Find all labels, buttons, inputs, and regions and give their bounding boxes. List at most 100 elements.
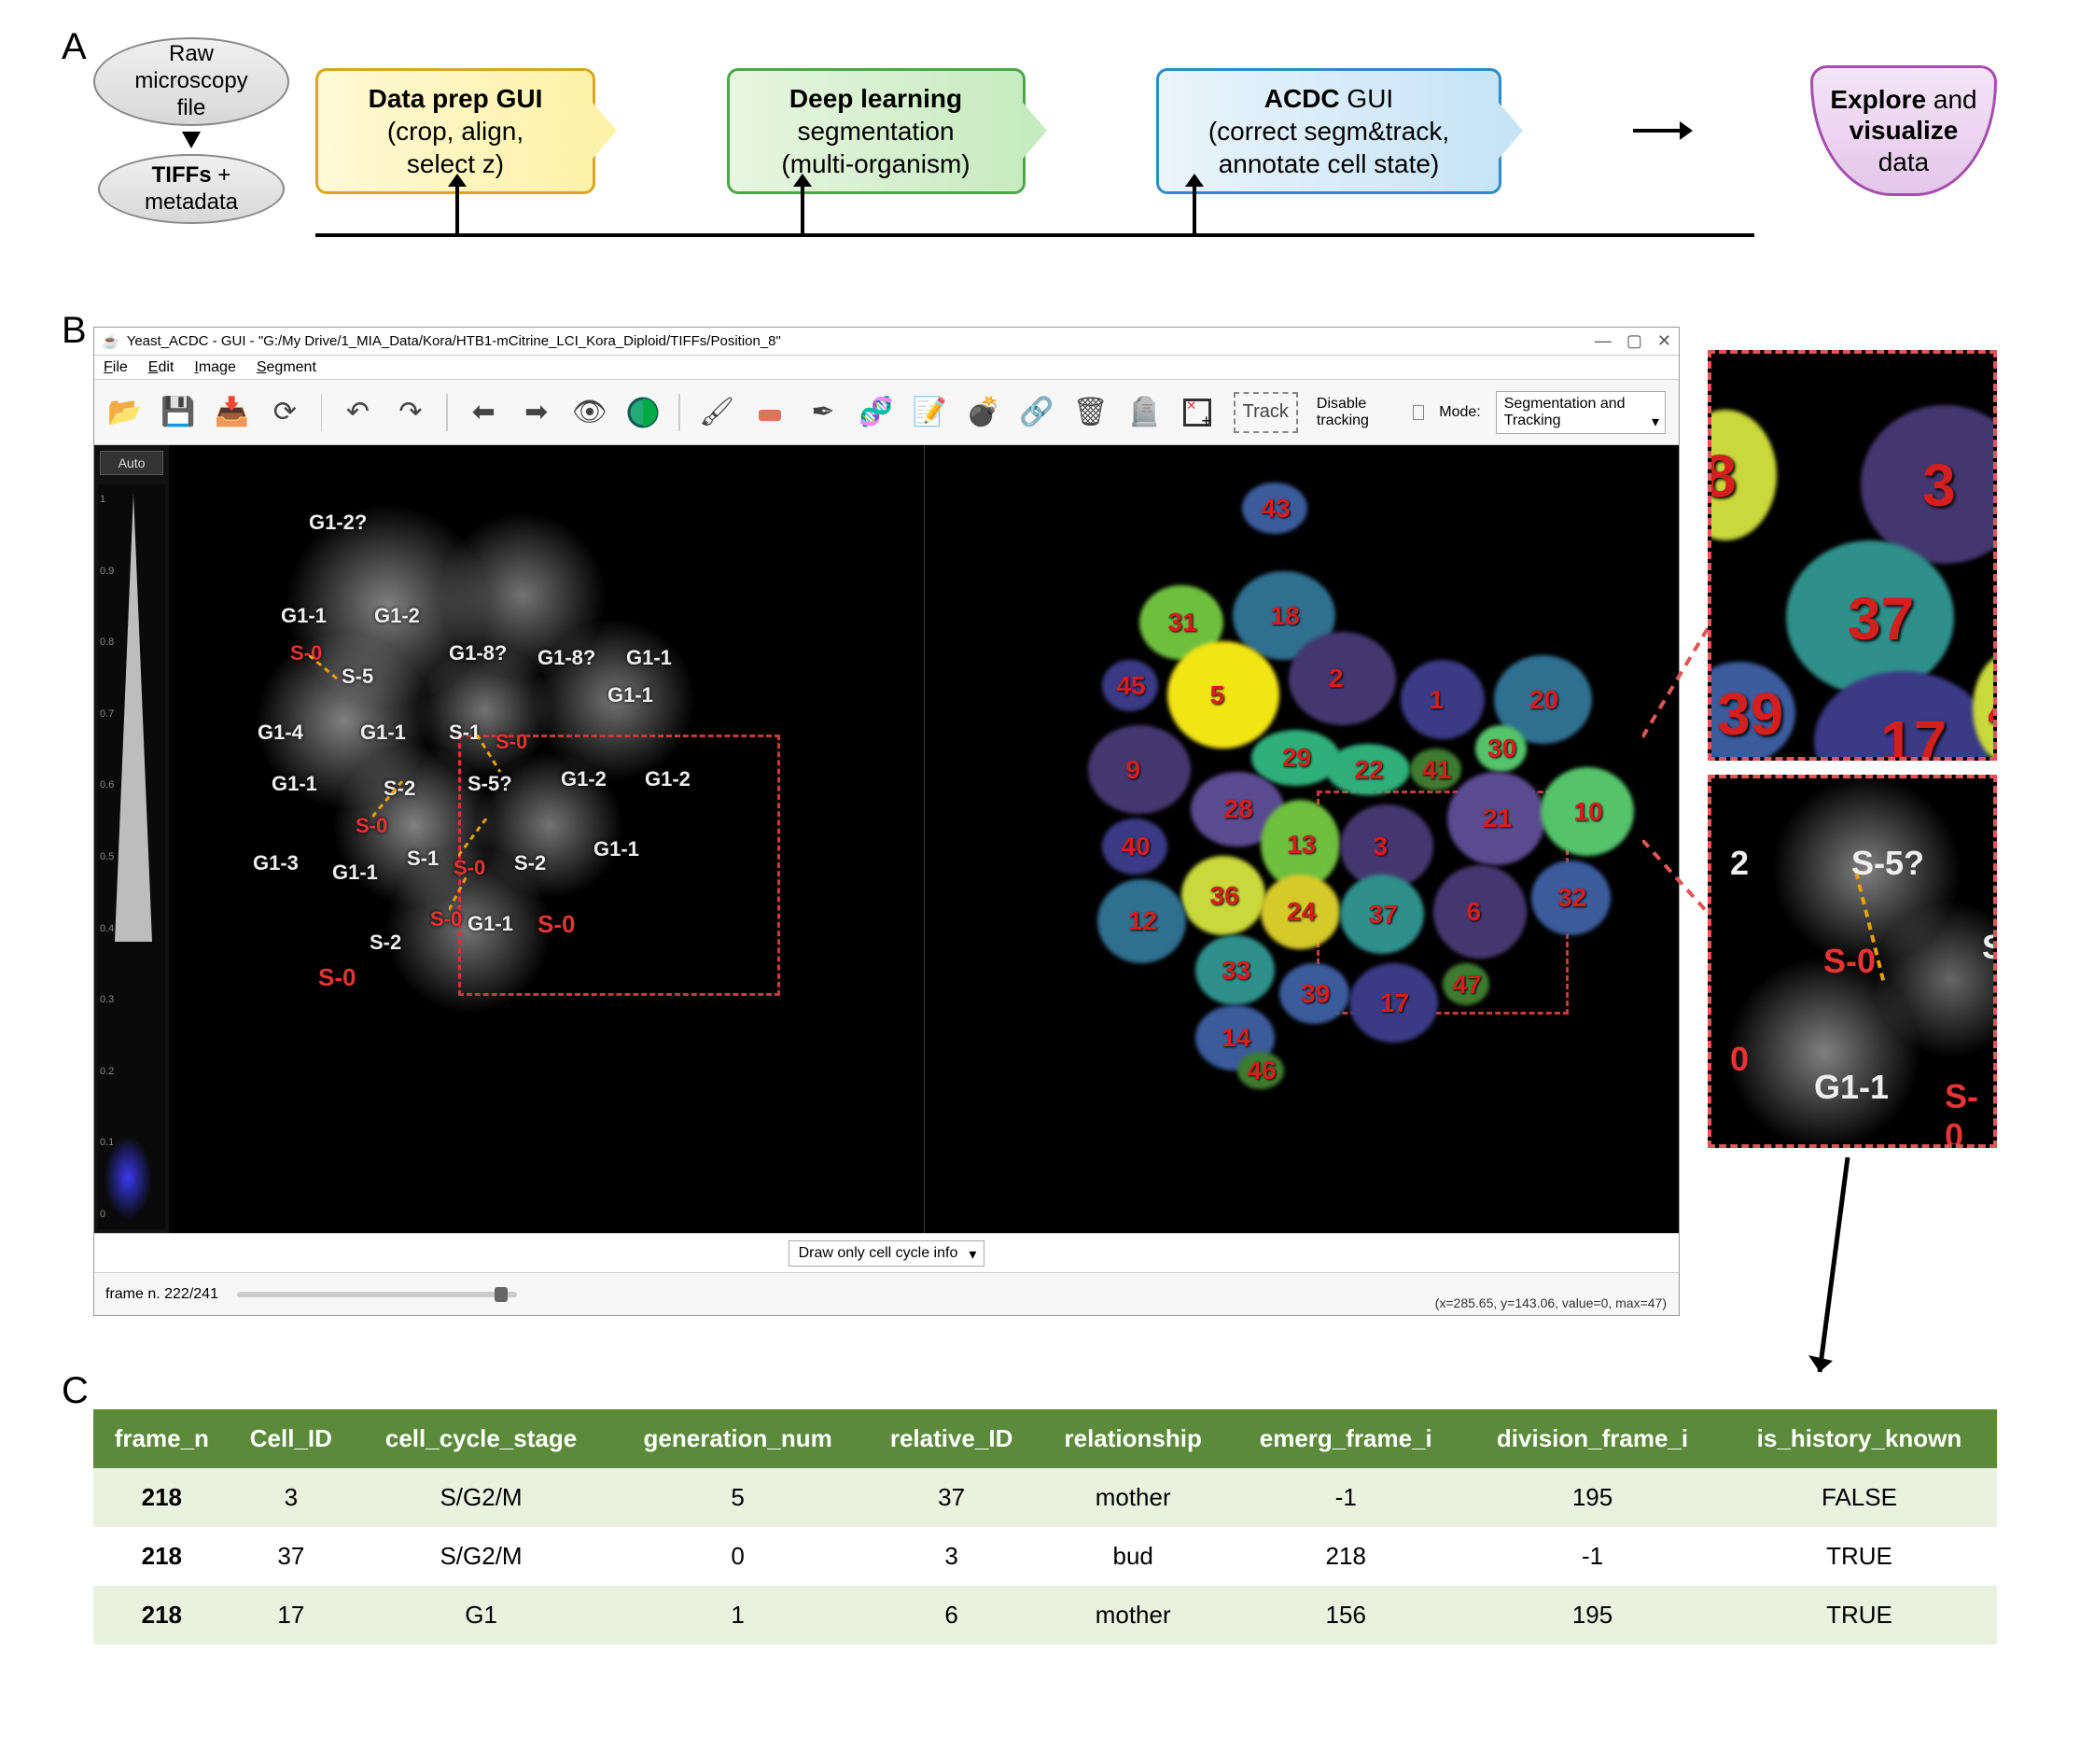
exclude-icon[interactable]: ✕+ xyxy=(1180,392,1215,433)
track-button[interactable]: Track xyxy=(1234,392,1298,433)
cell-cycle-label: G1-1 xyxy=(626,646,672,670)
cell-cycle-label: G1-1 xyxy=(593,837,639,861)
table-cell: FALSE xyxy=(1722,1468,1997,1527)
table-cell: 218 xyxy=(93,1586,230,1645)
table-header: Cell_ID xyxy=(230,1409,352,1468)
cell-cycle-label: S-2 xyxy=(370,931,401,955)
arrow-up-icon xyxy=(801,187,804,233)
refresh-icon[interactable]: ⟳ xyxy=(268,392,302,433)
menu-image[interactable]: Image xyxy=(194,359,235,376)
table-cell: 0 xyxy=(610,1527,865,1586)
cell-cycle-label: S-1 xyxy=(407,847,439,871)
maximize-icon[interactable]: ▢ xyxy=(1626,331,1642,351)
disable-tracking-checkbox[interactable] xyxy=(1413,405,1425,420)
arrow-down-icon xyxy=(1801,1157,1876,1400)
segmentation-pane[interactable]: 4331184552120309292241281332110403624376… xyxy=(924,445,1680,1233)
link-icon[interactable]: 🔗 xyxy=(1019,392,1054,433)
feedback-line xyxy=(315,233,1754,237)
cell-id-label: 13 xyxy=(1287,830,1316,860)
cell-cycle-label: G1-8? xyxy=(537,646,595,670)
cell-id-label: 28 xyxy=(1224,794,1253,824)
table-cell: G1 xyxy=(352,1586,610,1645)
menu-segment[interactable]: Segment xyxy=(257,359,316,376)
bomb-icon[interactable]: 💣 xyxy=(966,392,1000,433)
menu-bar: File Edit Image Segment xyxy=(94,356,1679,380)
cell-cycle-label: G1-1 xyxy=(281,604,327,628)
cell-id-label: 37 xyxy=(1369,900,1398,930)
mode-label: Mode: xyxy=(1439,404,1480,421)
raw-image-pane[interactable]: G1-2?G1-1G1-2S-0S-5G1-8?G1-8?G1-1G1-1G1-… xyxy=(169,445,924,1233)
table-cell: 218 xyxy=(1228,1527,1463,1586)
trash-icon[interactable]: 🗑 xyxy=(1073,392,1109,433)
overlay-dropdown[interactable]: Draw only cell cycle info xyxy=(789,1240,985,1267)
redo-icon[interactable]: ↷ xyxy=(394,392,428,433)
window-titlebar: ☕ Yeast_ACDC - GUI - "G:/My Drive/1_MIA_… xyxy=(94,328,1679,356)
cell-id-label: 18 xyxy=(1271,601,1300,631)
table-header: emerg_frame_i xyxy=(1228,1409,1463,1468)
cell-cycle-label: G1-2 xyxy=(645,767,691,791)
reload-icon[interactable]: 📥 xyxy=(215,392,249,433)
cell-id-label: 5 xyxy=(1210,680,1225,710)
svg-text:+: + xyxy=(1202,412,1212,429)
mode-dropdown[interactable]: Segmentation and Tracking xyxy=(1496,391,1666,434)
arrow-down-icon xyxy=(182,132,201,148)
table-cell: 195 xyxy=(1463,1468,1722,1527)
table-cell: 3 xyxy=(230,1468,352,1527)
eraser-icon[interactable] xyxy=(753,392,788,433)
table-cell: 6 xyxy=(865,1586,1038,1645)
minimize-icon[interactable]: — xyxy=(1595,331,1612,351)
brush-icon[interactable]: 🖌 xyxy=(699,392,734,433)
close-icon[interactable]: ✕ xyxy=(1657,331,1671,351)
frame-slider[interactable] xyxy=(237,1292,517,1297)
main-view: Auto 10.90.80.70.60.50.40.30.20.10 , New… xyxy=(94,445,1679,1233)
table-cell: mother xyxy=(1038,1586,1229,1645)
cell-id-label: 1 xyxy=(1430,685,1445,715)
edit-note-icon[interactable]: 📝 xyxy=(913,392,947,433)
table-header: frame_n xyxy=(93,1409,230,1468)
cell-id-label: 47 xyxy=(1453,970,1482,1000)
next-arrow-icon[interactable]: ➡ xyxy=(519,392,553,433)
auto-levels-button[interactable]: Auto xyxy=(100,451,163,475)
undo-icon[interactable]: ↶ xyxy=(341,392,375,433)
dna-icon[interactable]: 🧬 xyxy=(859,392,893,433)
cell-cycle-label: G1-2? xyxy=(309,511,367,535)
table-cell: S/G2/M xyxy=(352,1527,610,1586)
cell-cycle-label: G1-2 xyxy=(374,604,420,628)
acdc-gui-window: ☕ Yeast_ACDC - GUI - "G:/My Drive/1_MIA_… xyxy=(93,327,1680,1316)
cell-cycle-label: S-2 xyxy=(514,851,546,875)
menu-file[interactable]: File xyxy=(104,359,128,376)
cell-id-label: 21 xyxy=(1483,804,1512,833)
table-cell: TRUE xyxy=(1722,1527,1997,1586)
cell-cycle-label: G1-8? xyxy=(449,641,507,665)
save-icon[interactable]: 💾 xyxy=(161,392,195,433)
histogram-plot[interactable]: 10.90.80.70.60.50.40.30.20.10 xyxy=(98,484,165,1229)
eye-icon[interactable]: 👁 xyxy=(572,392,607,433)
explore-box: Explore andvisualizedata xyxy=(1810,65,1997,196)
menu-edit[interactable]: Edit xyxy=(148,359,174,376)
open-folder-icon[interactable]: 📂 xyxy=(107,392,142,433)
rip-icon[interactable]: 🪦 xyxy=(1127,392,1162,433)
cell-cycle-label: G1-3 xyxy=(253,851,299,875)
cell-cycle-label: S-0 xyxy=(318,963,356,992)
prev-arrow-icon[interactable]: ⬅ xyxy=(467,392,501,433)
cell-id-label: 20 xyxy=(1529,685,1558,715)
pen-icon[interactable]: ✒ xyxy=(806,392,841,433)
svg-text:✕: ✕ xyxy=(1186,399,1196,413)
tiffs-node: TIFFs +metadata xyxy=(98,154,285,224)
cell-id-label: 14 xyxy=(1222,1023,1250,1053)
contrast-icon[interactable] xyxy=(626,392,661,433)
table-cell: 218 xyxy=(93,1468,230,1527)
table-row: 21837S/G2/M03bud218-1TRUE xyxy=(93,1527,1997,1586)
cell-cycle-label: G1-4 xyxy=(258,721,303,745)
cell-id-label: 33 xyxy=(1222,956,1250,986)
frame-label: frame n. 222/241 xyxy=(105,1286,218,1303)
table-cell: 37 xyxy=(865,1468,1038,1527)
arrow-up-icon xyxy=(1193,187,1196,233)
cell-id-label: 36 xyxy=(1210,881,1239,911)
cell-id-label: 24 xyxy=(1287,897,1316,927)
table-cell: 1 xyxy=(610,1586,865,1645)
histogram-sidebar: Auto 10.90.80.70.60.50.40.30.20.10 xyxy=(94,445,169,1233)
output-table: frame_nCell_IDcell_cycle_stagegeneration… xyxy=(93,1409,1997,1645)
cell-id-label: 39 xyxy=(1301,979,1330,1009)
cell-cycle-label: G1-1 xyxy=(607,683,653,707)
